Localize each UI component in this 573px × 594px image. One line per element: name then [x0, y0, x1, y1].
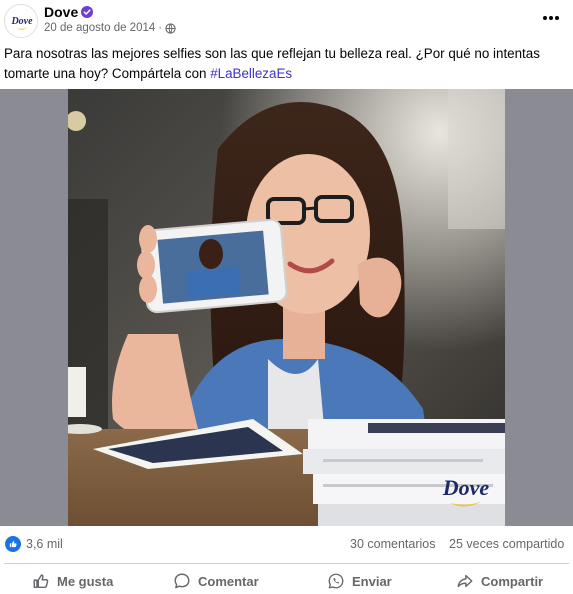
- page-avatar[interactable]: Dove: [4, 4, 38, 38]
- comment-label: Comentar: [198, 573, 259, 589]
- post-image-container[interactable]: Dove: [0, 89, 573, 526]
- globe-icon: [165, 22, 176, 34]
- more-options-icon[interactable]: [541, 8, 561, 28]
- hashtag-link[interactable]: #LaBellezaEs: [210, 66, 292, 81]
- post-header: Dove Dove 20 de agosto de 2014 ·: [0, 0, 573, 40]
- comments-count[interactable]: 30 comentarios: [350, 537, 435, 551]
- dove-logo-icon: Dove: [5, 5, 37, 37]
- dove-watermark-logo-icon: Dove: [442, 475, 490, 507]
- like-label: Me gusta: [57, 573, 114, 589]
- reactions-count[interactable]: 3,6 mil: [26, 537, 63, 551]
- meta-separator: ·: [158, 22, 163, 34]
- post-actions: Me gusta Comentar Enviar Compartir: [0, 566, 573, 594]
- page-name[interactable]: Dove: [44, 4, 78, 20]
- thumbs-up-icon: [33, 574, 49, 589]
- like-button[interactable]: Me gusta: [32, 570, 113, 592]
- whatsapp-icon: [328, 573, 344, 589]
- comment-bubble-icon: [174, 573, 190, 589]
- post-date[interactable]: 20 de agosto de 2014: [44, 22, 155, 34]
- shares-count[interactable]: 25 veces compartido: [449, 537, 564, 551]
- send-button[interactable]: Enviar: [327, 570, 392, 592]
- post-photo[interactable]: Dove: [68, 89, 505, 526]
- svg-text:Dove: Dove: [442, 475, 490, 500]
- share-button[interactable]: Compartir: [456, 570, 543, 592]
- selfie-photo-illustration: [68, 89, 505, 526]
- post-stats: 3,6 mil 30 comentarios 25 veces comparti…: [0, 530, 573, 558]
- post-meta: 20 de agosto de 2014 ·: [44, 22, 176, 34]
- send-label: Enviar: [352, 573, 392, 589]
- verified-badge-icon: [81, 6, 93, 18]
- divider: [4, 563, 569, 564]
- share-label: Compartir: [481, 573, 544, 589]
- facebook-post: Dove Dove 20 de agosto de 2014 · Para no…: [0, 0, 573, 594]
- comment-button[interactable]: Comentar: [173, 570, 259, 592]
- share-arrow-icon: [457, 574, 473, 588]
- like-reaction-icon[interactable]: [5, 536, 21, 552]
- post-caption: Para nosotras las mejores selfies son la…: [4, 44, 569, 84]
- svg-text:Dove: Dove: [10, 16, 33, 27]
